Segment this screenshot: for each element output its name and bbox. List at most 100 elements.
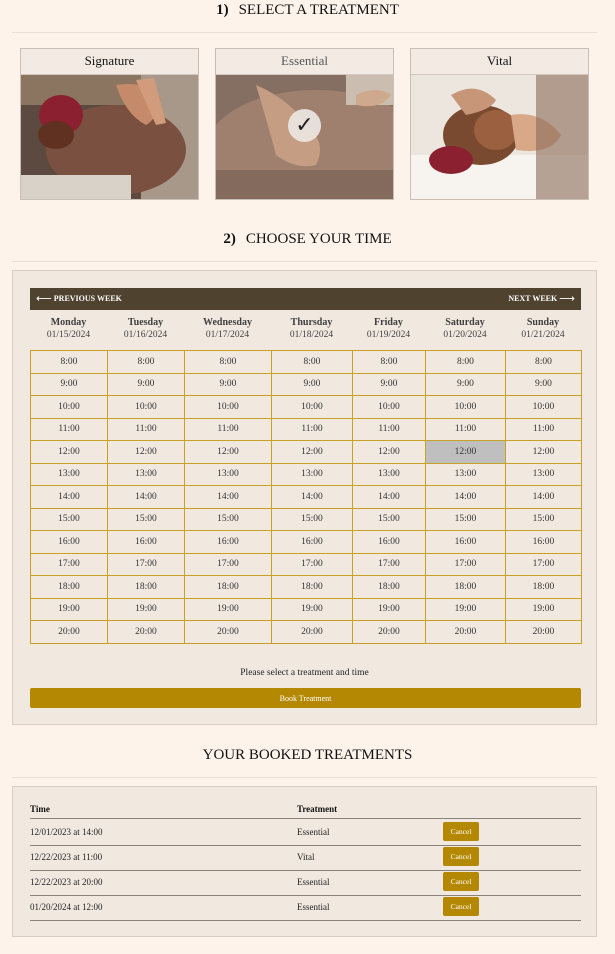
time-slot[interactable]: 16:00 — [30, 530, 108, 554]
time-slot[interactable]: 13:00 — [271, 462, 353, 486]
next-week-button[interactable]: NEXT WEEK ⟶ — [508, 288, 575, 310]
time-slot[interactable]: 12:00 — [425, 440, 506, 464]
time-slot[interactable]: 10:00 — [425, 395, 506, 419]
time-slot[interactable]: 8:00 — [352, 350, 426, 374]
time-slot[interactable]: 19:00 — [184, 597, 272, 621]
time-slot[interactable]: 12:00 — [271, 440, 353, 464]
treatment-card-signature[interactable]: Signature — [20, 48, 199, 200]
time-slot[interactable]: 17:00 — [184, 552, 272, 576]
time-slot[interactable]: 19:00 — [271, 597, 353, 621]
time-slot[interactable]: 18:00 — [271, 575, 353, 599]
time-slot[interactable]: 19:00 — [352, 597, 426, 621]
time-slot[interactable]: 14:00 — [352, 485, 426, 509]
time-slot[interactable]: 9:00 — [184, 372, 272, 396]
cancel-booking-button[interactable]: Cancel — [443, 897, 479, 916]
time-slot[interactable]: 15:00 — [107, 507, 185, 531]
time-slot[interactable]: 17:00 — [505, 552, 582, 576]
time-slot[interactable]: 17:00 — [271, 552, 353, 576]
time-slot[interactable]: 14:00 — [184, 485, 272, 509]
time-slot[interactable]: 11:00 — [505, 417, 582, 441]
time-slot[interactable]: 15:00 — [505, 507, 582, 531]
time-slot[interactable]: 16:00 — [352, 530, 426, 554]
time-slot[interactable]: 18:00 — [107, 575, 185, 599]
time-slot[interactable]: 10:00 — [107, 395, 185, 419]
time-slot[interactable]: 20:00 — [425, 620, 506, 644]
time-slot[interactable]: 10:00 — [352, 395, 426, 419]
time-slot[interactable]: 8:00 — [30, 350, 108, 374]
time-slot[interactable]: 11:00 — [271, 417, 353, 441]
time-slot[interactable]: 15:00 — [184, 507, 272, 531]
time-slot[interactable]: 9:00 — [271, 372, 353, 396]
time-slot[interactable]: 16:00 — [107, 530, 185, 554]
previous-week-button[interactable]: ⟵ PREVIOUS WEEK — [36, 288, 122, 310]
time-slot[interactable]: 14:00 — [30, 485, 108, 509]
time-slot[interactable]: 14:00 — [271, 485, 353, 509]
time-slot[interactable]: 11:00 — [30, 417, 108, 441]
time-slot[interactable]: 13:00 — [107, 462, 185, 486]
time-slot[interactable]: 20:00 — [107, 620, 185, 644]
time-slot[interactable]: 17:00 — [352, 552, 426, 576]
time-slot[interactable]: 8:00 — [425, 350, 506, 374]
time-slot[interactable]: 9:00 — [107, 372, 185, 396]
time-slot[interactable]: 15:00 — [352, 507, 426, 531]
time-slot[interactable]: 20:00 — [271, 620, 353, 644]
time-slot[interactable]: 14:00 — [505, 485, 582, 509]
time-slot[interactable]: 20:00 — [184, 620, 272, 644]
time-slot[interactable]: 16:00 — [184, 530, 272, 554]
time-slot[interactable]: 20:00 — [505, 620, 582, 644]
time-slot[interactable]: 9:00 — [505, 372, 582, 396]
time-slot[interactable]: 13:00 — [505, 462, 582, 486]
cancel-booking-button[interactable]: Cancel — [443, 822, 479, 841]
time-slot[interactable]: 19:00 — [107, 597, 185, 621]
time-slot[interactable]: 8:00 — [505, 350, 582, 374]
cancel-booking-button[interactable]: Cancel — [443, 872, 479, 891]
time-slot[interactable]: 13:00 — [352, 462, 426, 486]
time-slot[interactable]: 10:00 — [30, 395, 108, 419]
time-slot[interactable]: 10:00 — [184, 395, 272, 419]
time-slot[interactable]: 15:00 — [271, 507, 353, 531]
time-slot[interactable]: 11:00 — [184, 417, 272, 441]
time-slot[interactable]: 10:00 — [505, 395, 582, 419]
time-slot[interactable]: 11:00 — [107, 417, 185, 441]
time-slot[interactable]: 17:00 — [30, 552, 108, 576]
time-slot[interactable]: 20:00 — [30, 620, 108, 644]
time-slot[interactable]: 8:00 — [184, 350, 272, 374]
time-slot[interactable]: 10:00 — [271, 395, 353, 419]
time-slot[interactable]: 9:00 — [352, 372, 426, 396]
time-slot[interactable]: 18:00 — [184, 575, 272, 599]
time-slot[interactable]: 16:00 — [505, 530, 582, 554]
time-slot[interactable]: 13:00 — [30, 462, 108, 486]
time-slot[interactable]: 15:00 — [30, 507, 108, 531]
time-slot[interactable]: 13:00 — [425, 462, 506, 486]
time-slot[interactable]: 11:00 — [425, 417, 506, 441]
time-slot[interactable]: 17:00 — [425, 552, 506, 576]
time-slot[interactable]: 12:00 — [505, 440, 582, 464]
time-slot[interactable]: 8:00 — [271, 350, 353, 374]
time-slot[interactable]: 15:00 — [425, 507, 506, 531]
cancel-booking-button[interactable]: Cancel — [443, 847, 479, 866]
time-slot[interactable]: 13:00 — [184, 462, 272, 486]
time-slot[interactable]: 12:00 — [30, 440, 108, 464]
treatment-card-essential[interactable]: Essential ✓ — [215, 48, 394, 200]
time-slot[interactable]: 19:00 — [425, 597, 506, 621]
time-slot[interactable]: 8:00 — [107, 350, 185, 374]
time-slot[interactable]: 16:00 — [271, 530, 353, 554]
time-slot[interactable]: 14:00 — [425, 485, 506, 509]
time-slot[interactable]: 12:00 — [107, 440, 185, 464]
time-slot[interactable]: 18:00 — [505, 575, 582, 599]
treatment-card-vital[interactable]: Vital — [410, 48, 589, 200]
time-slot[interactable]: 19:00 — [505, 597, 582, 621]
time-slot[interactable]: 12:00 — [352, 440, 426, 464]
book-treatment-button[interactable]: Book Treatment — [30, 688, 581, 708]
time-slot[interactable]: 17:00 — [107, 552, 185, 576]
time-slot[interactable]: 20:00 — [352, 620, 426, 644]
time-slot[interactable]: 11:00 — [352, 417, 426, 441]
time-slot[interactable]: 16:00 — [425, 530, 506, 554]
time-slot[interactable]: 9:00 — [30, 372, 108, 396]
time-slot[interactable]: 18:00 — [30, 575, 108, 599]
time-slot[interactable]: 12:00 — [184, 440, 272, 464]
time-slot[interactable]: 14:00 — [107, 485, 185, 509]
time-slot[interactable]: 9:00 — [425, 372, 506, 396]
time-slot[interactable]: 18:00 — [352, 575, 426, 599]
time-slot[interactable]: 18:00 — [425, 575, 506, 599]
